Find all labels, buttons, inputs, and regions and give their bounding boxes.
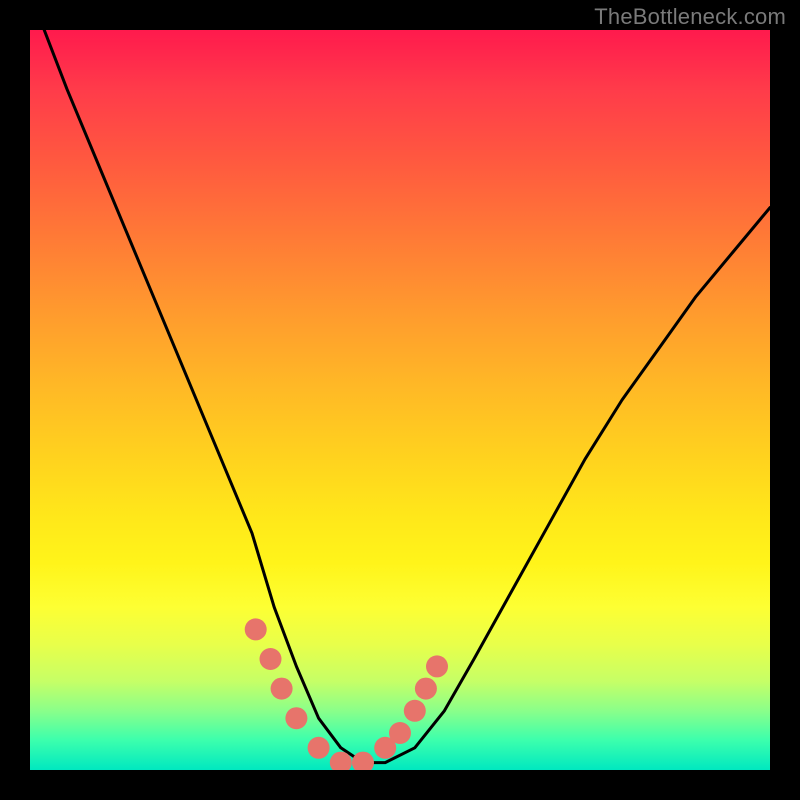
curve-layer: [30, 30, 770, 770]
plot-area: [30, 30, 770, 770]
bottleneck-curve: [30, 30, 770, 763]
watermark-text: TheBottleneck.com: [594, 4, 786, 30]
chart-frame: TheBottleneck.com: [0, 0, 800, 800]
highlight-dots: [245, 618, 448, 770]
